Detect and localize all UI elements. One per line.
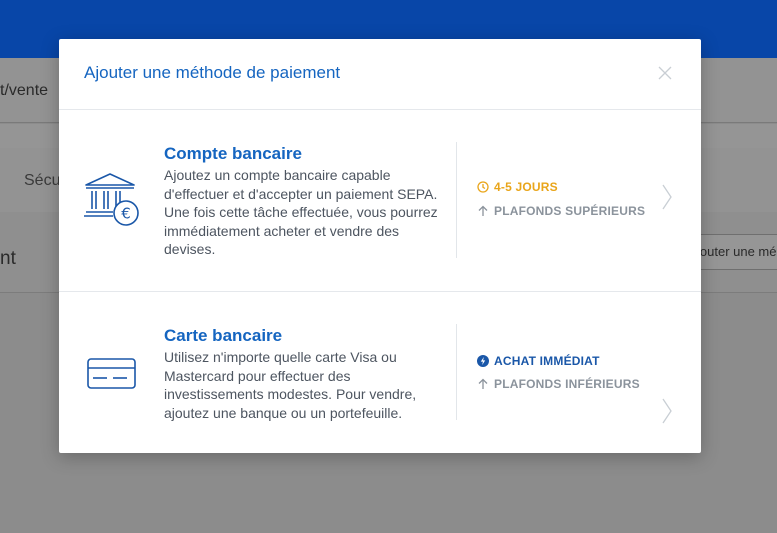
arrow-up-icon xyxy=(478,205,488,216)
bank-euro-icon: € xyxy=(83,171,141,232)
lightning-icon xyxy=(477,355,489,367)
option-bank-title: Compte bancaire xyxy=(164,144,302,163)
option-bank-account[interactable]: € Compte bancaire Ajoutez un compte banc… xyxy=(59,110,701,292)
card-limits-badge: PLAFONDS INFÉRIEURS xyxy=(477,377,640,391)
card-limits-text: PLAFONDS INFÉRIEURS xyxy=(494,377,640,391)
card-instant-badge: ACHAT IMMÉDIAT xyxy=(477,354,600,368)
tab-security: Sécu xyxy=(24,172,61,189)
add-payment-method-button: jouter une mé xyxy=(688,234,777,270)
modal-title: Ajouter une méthode de paiement xyxy=(84,63,341,82)
divider xyxy=(456,142,457,258)
add-payment-method-modal: Ajouter une méthode de paiement € Compte… xyxy=(59,39,701,453)
credit-card-icon xyxy=(83,356,141,397)
card-instant-text: ACHAT IMMÉDIAT xyxy=(494,354,600,368)
chevron-right-icon xyxy=(662,184,672,215)
bank-delay-badge: 4-5 JOURS xyxy=(477,180,558,194)
bank-limits-badge: PLAFONDS SUPÉRIEURS xyxy=(477,204,645,218)
modal-header: Ajouter une méthode de paiement xyxy=(59,39,701,110)
option-card-description: Utilisez n'importe quelle carte Visa ou … xyxy=(164,349,417,421)
option-credit-card[interactable]: Carte bancaire Utilisez n'importe quelle… xyxy=(59,292,701,453)
divider xyxy=(456,324,457,420)
chevron-right-icon xyxy=(662,398,672,429)
option-card-title: Carte bancaire xyxy=(164,326,283,345)
svg-text:€: € xyxy=(121,205,131,223)
bank-delay-text: 4-5 JOURS xyxy=(494,180,558,194)
bank-limits-text: PLAFONDS SUPÉRIEURS xyxy=(494,204,646,218)
add-payment-method-label: jouter une mé xyxy=(697,244,777,259)
arrow-up-icon xyxy=(478,378,488,389)
section-heading: nt xyxy=(0,248,16,269)
clock-icon xyxy=(477,181,489,193)
close-icon[interactable] xyxy=(653,61,677,85)
page-breadcrumb: t/vente xyxy=(0,82,49,99)
option-bank-description: Ajoutez un compte bancaire capable d'eff… xyxy=(164,167,438,257)
